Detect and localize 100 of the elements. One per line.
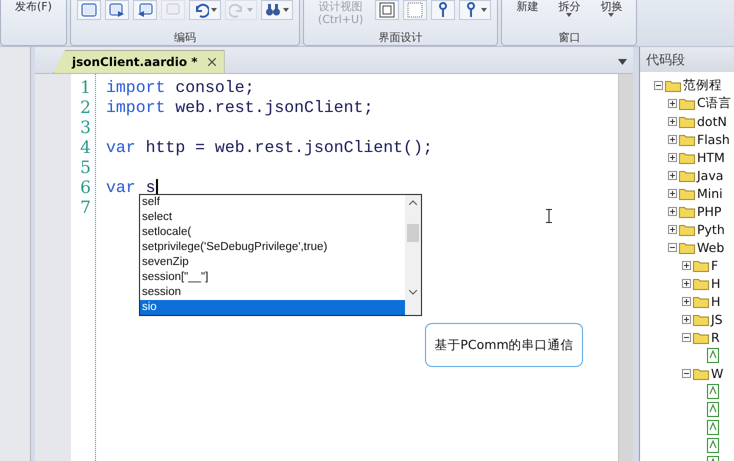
tree-item-label[interactable]: H bbox=[711, 294, 720, 309]
tree-item-label[interactable]: W bbox=[711, 366, 724, 381]
binoculars-icon bbox=[264, 2, 281, 18]
suggestion-item[interactable]: select bbox=[140, 210, 405, 225]
toolbar-button[interactable] bbox=[431, 0, 456, 20]
expand-icon[interactable] bbox=[668, 134, 677, 144]
close-icon[interactable] bbox=[208, 58, 216, 66]
suggestion-item[interactable]: sevenZip bbox=[140, 255, 405, 270]
toolbar-button[interactable] bbox=[260, 0, 293, 20]
expand-icon[interactable] bbox=[668, 170, 677, 180]
folder-icon bbox=[693, 312, 709, 326]
folder-icon bbox=[679, 204, 695, 218]
line-number: 1 bbox=[80, 78, 91, 98]
tree-item-label[interactable]: Java bbox=[697, 168, 724, 183]
line-number: 3 bbox=[80, 118, 91, 138]
file-icon[interactable] bbox=[707, 384, 719, 399]
toolbar-button[interactable] bbox=[403, 0, 428, 20]
expand-icon[interactable] bbox=[668, 152, 677, 162]
ribbon-button[interactable]: 拆分 bbox=[550, 0, 588, 17]
collapse-icon[interactable] bbox=[682, 368, 691, 378]
tree-item-label[interactable]: C语言 bbox=[697, 94, 732, 112]
expand-icon[interactable] bbox=[682, 260, 691, 270]
expand-icon[interactable] bbox=[668, 98, 677, 108]
folder-icon bbox=[679, 132, 695, 146]
ribbon-button[interactable]: 发布(F) bbox=[7, 0, 60, 13]
folder-icon bbox=[679, 240, 695, 254]
tree-item-label[interactable]: R bbox=[711, 330, 720, 345]
code-keyword: var bbox=[106, 138, 136, 158]
scroll-thumb[interactable] bbox=[407, 224, 419, 242]
frame-icon bbox=[379, 2, 396, 18]
folder-icon bbox=[679, 96, 695, 110]
code-keyword: import bbox=[106, 78, 166, 98]
toolbar-button[interactable] bbox=[104, 0, 129, 20]
toolbar-button[interactable] bbox=[375, 0, 400, 20]
expand-icon[interactable] bbox=[668, 116, 677, 126]
file-icon[interactable] bbox=[707, 420, 719, 435]
scrollbar[interactable] bbox=[618, 74, 633, 461]
group-label: 编码 bbox=[172, 31, 197, 44]
suggestion-item[interactable]: setlocale( bbox=[140, 225, 405, 240]
folder-icon bbox=[693, 294, 709, 308]
expand-icon[interactable] bbox=[668, 224, 677, 234]
toolbar-button[interactable] bbox=[459, 0, 492, 20]
tree-item-label[interactable]: 范例程 bbox=[683, 76, 722, 94]
suggestion-item[interactable]: session bbox=[140, 285, 405, 300]
tree-item-label[interactable]: Mini bbox=[697, 186, 723, 201]
folder-icon bbox=[679, 168, 695, 182]
code-keyword: var bbox=[106, 178, 136, 198]
tooltip: 基于PComm的串口通信 bbox=[425, 323, 583, 367]
folder-icon bbox=[693, 366, 709, 380]
tree-item-label[interactable]: dotN bbox=[697, 114, 727, 129]
collapse-icon[interactable] bbox=[654, 80, 663, 90]
tree-item-label[interactable]: Flash bbox=[697, 132, 730, 147]
suggestion-item[interactable]: session["__"] bbox=[140, 270, 405, 285]
panel-title: 代码段 bbox=[640, 47, 734, 72]
tree-item-label[interactable]: JS bbox=[711, 312, 723, 327]
ribbon-button[interactable]: 新建 bbox=[508, 0, 546, 13]
folder-icon bbox=[679, 150, 695, 164]
toolbar-button[interactable] bbox=[188, 0, 221, 20]
line-number: 4 bbox=[80, 138, 91, 158]
code-keyword: import bbox=[106, 98, 166, 118]
tree-item-label[interactable]: HTM bbox=[697, 150, 725, 165]
ribbon-button[interactable]: 切换 bbox=[592, 0, 630, 17]
tree-item-label[interactable]: H bbox=[711, 276, 720, 291]
scrollbar[interactable] bbox=[405, 195, 421, 315]
tree-item-label[interactable]: Web bbox=[697, 240, 724, 255]
redo-icon bbox=[228, 2, 245, 18]
expand-icon[interactable] bbox=[668, 188, 677, 198]
file-icon[interactable] bbox=[707, 438, 719, 453]
suggestion-item[interactable]: setprivilege('SeDebugPrivilege',true) bbox=[140, 240, 405, 255]
tree-item-label[interactable]: Pyth bbox=[697, 222, 725, 237]
line-number: 6 bbox=[80, 178, 91, 198]
toolbar-button[interactable] bbox=[132, 0, 157, 20]
collapse-icon[interactable] bbox=[682, 332, 691, 342]
group-label: 窗口 bbox=[557, 31, 582, 44]
folder-icon bbox=[693, 330, 709, 344]
folder-icon bbox=[679, 186, 695, 200]
tree-item-label[interactable]: F bbox=[711, 258, 718, 273]
scroll-down-icon[interactable] bbox=[409, 290, 417, 295]
suggestion-item[interactable]: sio bbox=[140, 300, 405, 315]
expand-icon[interactable] bbox=[682, 314, 691, 324]
scroll-up-icon[interactable] bbox=[409, 200, 417, 205]
file-icon[interactable] bbox=[707, 402, 719, 417]
folder-icon bbox=[693, 258, 709, 272]
folder-icon bbox=[679, 222, 695, 236]
suggestion-item[interactable]: self bbox=[140, 195, 405, 210]
expand-icon[interactable] bbox=[668, 206, 677, 216]
expand-icon[interactable] bbox=[682, 278, 691, 288]
toolbar-button[interactable] bbox=[76, 0, 101, 20]
expand-icon[interactable] bbox=[682, 296, 691, 306]
folder-icon bbox=[665, 78, 681, 92]
text-cursor-icon bbox=[546, 209, 552, 223]
folder-icon bbox=[679, 114, 695, 128]
line-number: 2 bbox=[80, 98, 91, 118]
collapse-icon[interactable] bbox=[668, 242, 677, 252]
file-tab[interactable]: jsonClient.aardio * bbox=[53, 50, 225, 73]
line-number: 7 bbox=[80, 198, 91, 218]
code-text: console; bbox=[174, 78, 255, 98]
tree-item-label[interactable]: PHP bbox=[697, 204, 722, 219]
dropdown-icon[interactable] bbox=[618, 59, 627, 65]
file-icon[interactable] bbox=[707, 348, 719, 363]
